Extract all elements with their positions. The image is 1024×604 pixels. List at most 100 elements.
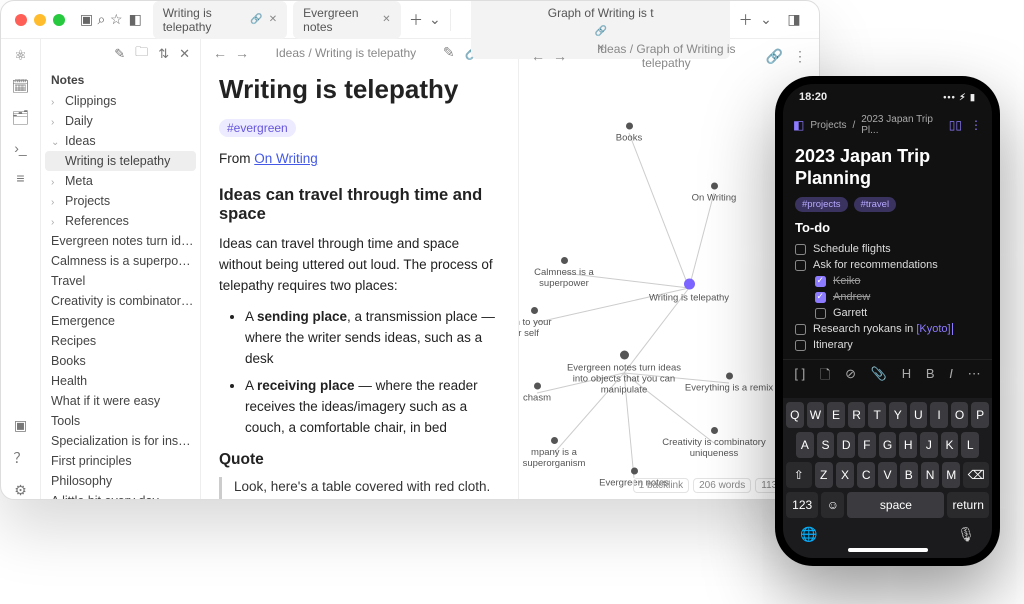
todo-item[interactable]: Itinerary	[795, 337, 980, 353]
key-e[interactable]: E	[827, 402, 845, 428]
checkbox[interactable]	[815, 308, 826, 319]
todo-item[interactable]: Keiko	[795, 273, 980, 289]
checkbox[interactable]	[795, 260, 806, 271]
key-z[interactable]: Z	[815, 462, 833, 488]
checkbox[interactable]	[815, 276, 826, 287]
key-l[interactable]: L	[961, 432, 979, 458]
key-backspace[interactable]: ⌫	[963, 462, 989, 488]
key-o[interactable]: O	[951, 402, 969, 428]
tree-item[interactable]: Health	[41, 371, 200, 391]
settings-icon[interactable]: ⚙	[14, 482, 27, 499]
bold-icon[interactable]: B	[926, 366, 935, 388]
key-c[interactable]: C	[857, 462, 875, 488]
close-icon[interactable]: ✕	[382, 14, 390, 25]
tree-item[interactable]: First principles	[41, 451, 200, 471]
tree-item[interactable]: Emergence	[41, 311, 200, 331]
tree-item[interactable]: Creativity is combinatory u...	[41, 291, 200, 311]
document-body[interactable]: Writing is telepathy #evergreen From On …	[201, 66, 518, 499]
key-p[interactable]: P	[971, 402, 989, 428]
todo-item[interactable]: Ask for recommendations	[795, 257, 980, 273]
key-shift[interactable]: ⇧	[786, 462, 812, 488]
search-icon[interactable]: ⌕	[94, 9, 109, 31]
key-s[interactable]: S	[817, 432, 835, 458]
layers-icon[interactable]: ≡	[16, 170, 24, 186]
todo-item[interactable]: Andrew	[795, 289, 980, 305]
mic-icon[interactable]: 🎙	[957, 526, 975, 543]
status-backlinks[interactable]: 1 backlink	[633, 478, 689, 493]
right-panel-toggle-icon[interactable]: ◨	[783, 9, 805, 31]
todo-item[interactable]: Research ryokans in [Kyoto]	[795, 321, 980, 337]
link-icon[interactable]: 🔗	[766, 48, 783, 65]
checkbox[interactable]	[795, 244, 806, 255]
new-note-icon[interactable]: ✎	[114, 46, 125, 62]
tag-pill[interactable]: #projects	[795, 197, 848, 212]
key-b[interactable]: B	[900, 462, 918, 488]
help-icon[interactable]: ？	[14, 448, 28, 468]
key-k[interactable]: K	[941, 432, 959, 458]
key-t[interactable]: T	[868, 402, 886, 428]
close-window-button[interactable]	[15, 14, 27, 26]
file-icon[interactable]: 🗋	[820, 366, 830, 388]
todo-item[interactable]: Schedule flights	[795, 241, 980, 257]
new-tab-button-2[interactable]: ＋	[736, 9, 755, 31]
tree-item[interactable]: Recipes	[41, 331, 200, 351]
tree-item[interactable]: Philosophy	[41, 471, 200, 491]
attach-icon[interactable]: 📎	[871, 366, 887, 388]
key-u[interactable]: U	[910, 402, 928, 428]
terminal-icon[interactable]: ›_	[14, 140, 26, 156]
graph-icon[interactable]: ⚛	[14, 47, 27, 64]
key-w[interactable]: W	[807, 402, 825, 428]
tree-item[interactable]: ›Clippings	[41, 91, 200, 111]
key-q[interactable]: Q	[786, 402, 804, 428]
source-link[interactable]: On Writing	[254, 151, 318, 166]
close-icon[interactable]: ✕	[269, 14, 277, 25]
edit-icon[interactable]: ✎	[443, 44, 455, 61]
tree-item[interactable]: Tools	[41, 411, 200, 431]
key-v[interactable]: V	[878, 462, 896, 488]
key-y[interactable]: Y	[889, 402, 907, 428]
crumb-parent[interactable]: Projects	[810, 120, 846, 131]
collapse-icon[interactable]: ✕	[179, 46, 190, 62]
key-a[interactable]: A	[796, 432, 814, 458]
tab-writing[interactable]: Writing is telepathy 🔗 ✕	[153, 1, 287, 39]
tree-item[interactable]: ›Daily	[41, 111, 200, 131]
more-icon[interactable]: ⋮	[793, 48, 807, 65]
todo-item[interactable]: Garrett	[795, 305, 980, 321]
checkbox[interactable]	[815, 292, 826, 303]
star-icon[interactable]: ☆	[109, 9, 124, 31]
tree-item[interactable]: Books	[41, 351, 200, 371]
key-emoji[interactable]: ☺	[821, 492, 844, 518]
book-icon[interactable]: ▯▯	[949, 118, 962, 132]
breadcrumb[interactable]: Ideas / Writing is telepathy	[259, 46, 433, 60]
tree-item[interactable]: Travel	[41, 271, 200, 291]
brackets-icon[interactable]: [ ]	[794, 366, 805, 388]
key-space[interactable]: space	[847, 492, 944, 518]
tree-item[interactable]: A little bit every day	[41, 491, 200, 499]
link[interactable]: [Kyoto]	[916, 323, 952, 335]
nav-back-button[interactable]: ←	[531, 48, 545, 64]
maximize-window-button[interactable]	[53, 14, 65, 26]
key-r[interactable]: R	[848, 402, 866, 428]
key-n[interactable]: N	[921, 462, 939, 488]
tree-item[interactable]: Specialization is for insects	[41, 431, 200, 451]
tag-icon[interactable]: ⊘	[845, 366, 856, 388]
sidebar-toggle-icon[interactable]: ◧	[793, 118, 804, 132]
graph-canvas[interactable]: Books On Writing Calmness is a superpowe…	[519, 73, 819, 499]
files-icon[interactable]: 🗂	[12, 109, 30, 126]
sidebar-toggle-icon[interactable]: ▣	[79, 9, 94, 31]
new-tab-button[interactable]: ＋	[407, 9, 426, 31]
tab-menu-right[interactable]: ⌄	[755, 9, 777, 31]
tag-evergreen[interactable]: #evergreen	[219, 119, 296, 137]
tab-menu-button[interactable]: ⌄	[425, 9, 444, 31]
globe-icon[interactable]: 🌐	[800, 526, 817, 543]
panels-icon[interactable]: ◧	[128, 9, 143, 31]
key-return[interactable]: return	[947, 492, 989, 518]
tree-item[interactable]: Writing is telepathy	[45, 151, 196, 171]
nav-forward-button[interactable]: →	[553, 48, 567, 64]
more-icon[interactable]: ⋮	[970, 118, 982, 132]
nav-back-button[interactable]: ←	[213, 45, 227, 61]
tab-evergreen[interactable]: Evergreen notes ✕	[293, 1, 401, 39]
key-g[interactable]: G	[879, 432, 897, 458]
tag-pill[interactable]: #travel	[854, 197, 897, 212]
checkbox[interactable]	[795, 340, 806, 351]
